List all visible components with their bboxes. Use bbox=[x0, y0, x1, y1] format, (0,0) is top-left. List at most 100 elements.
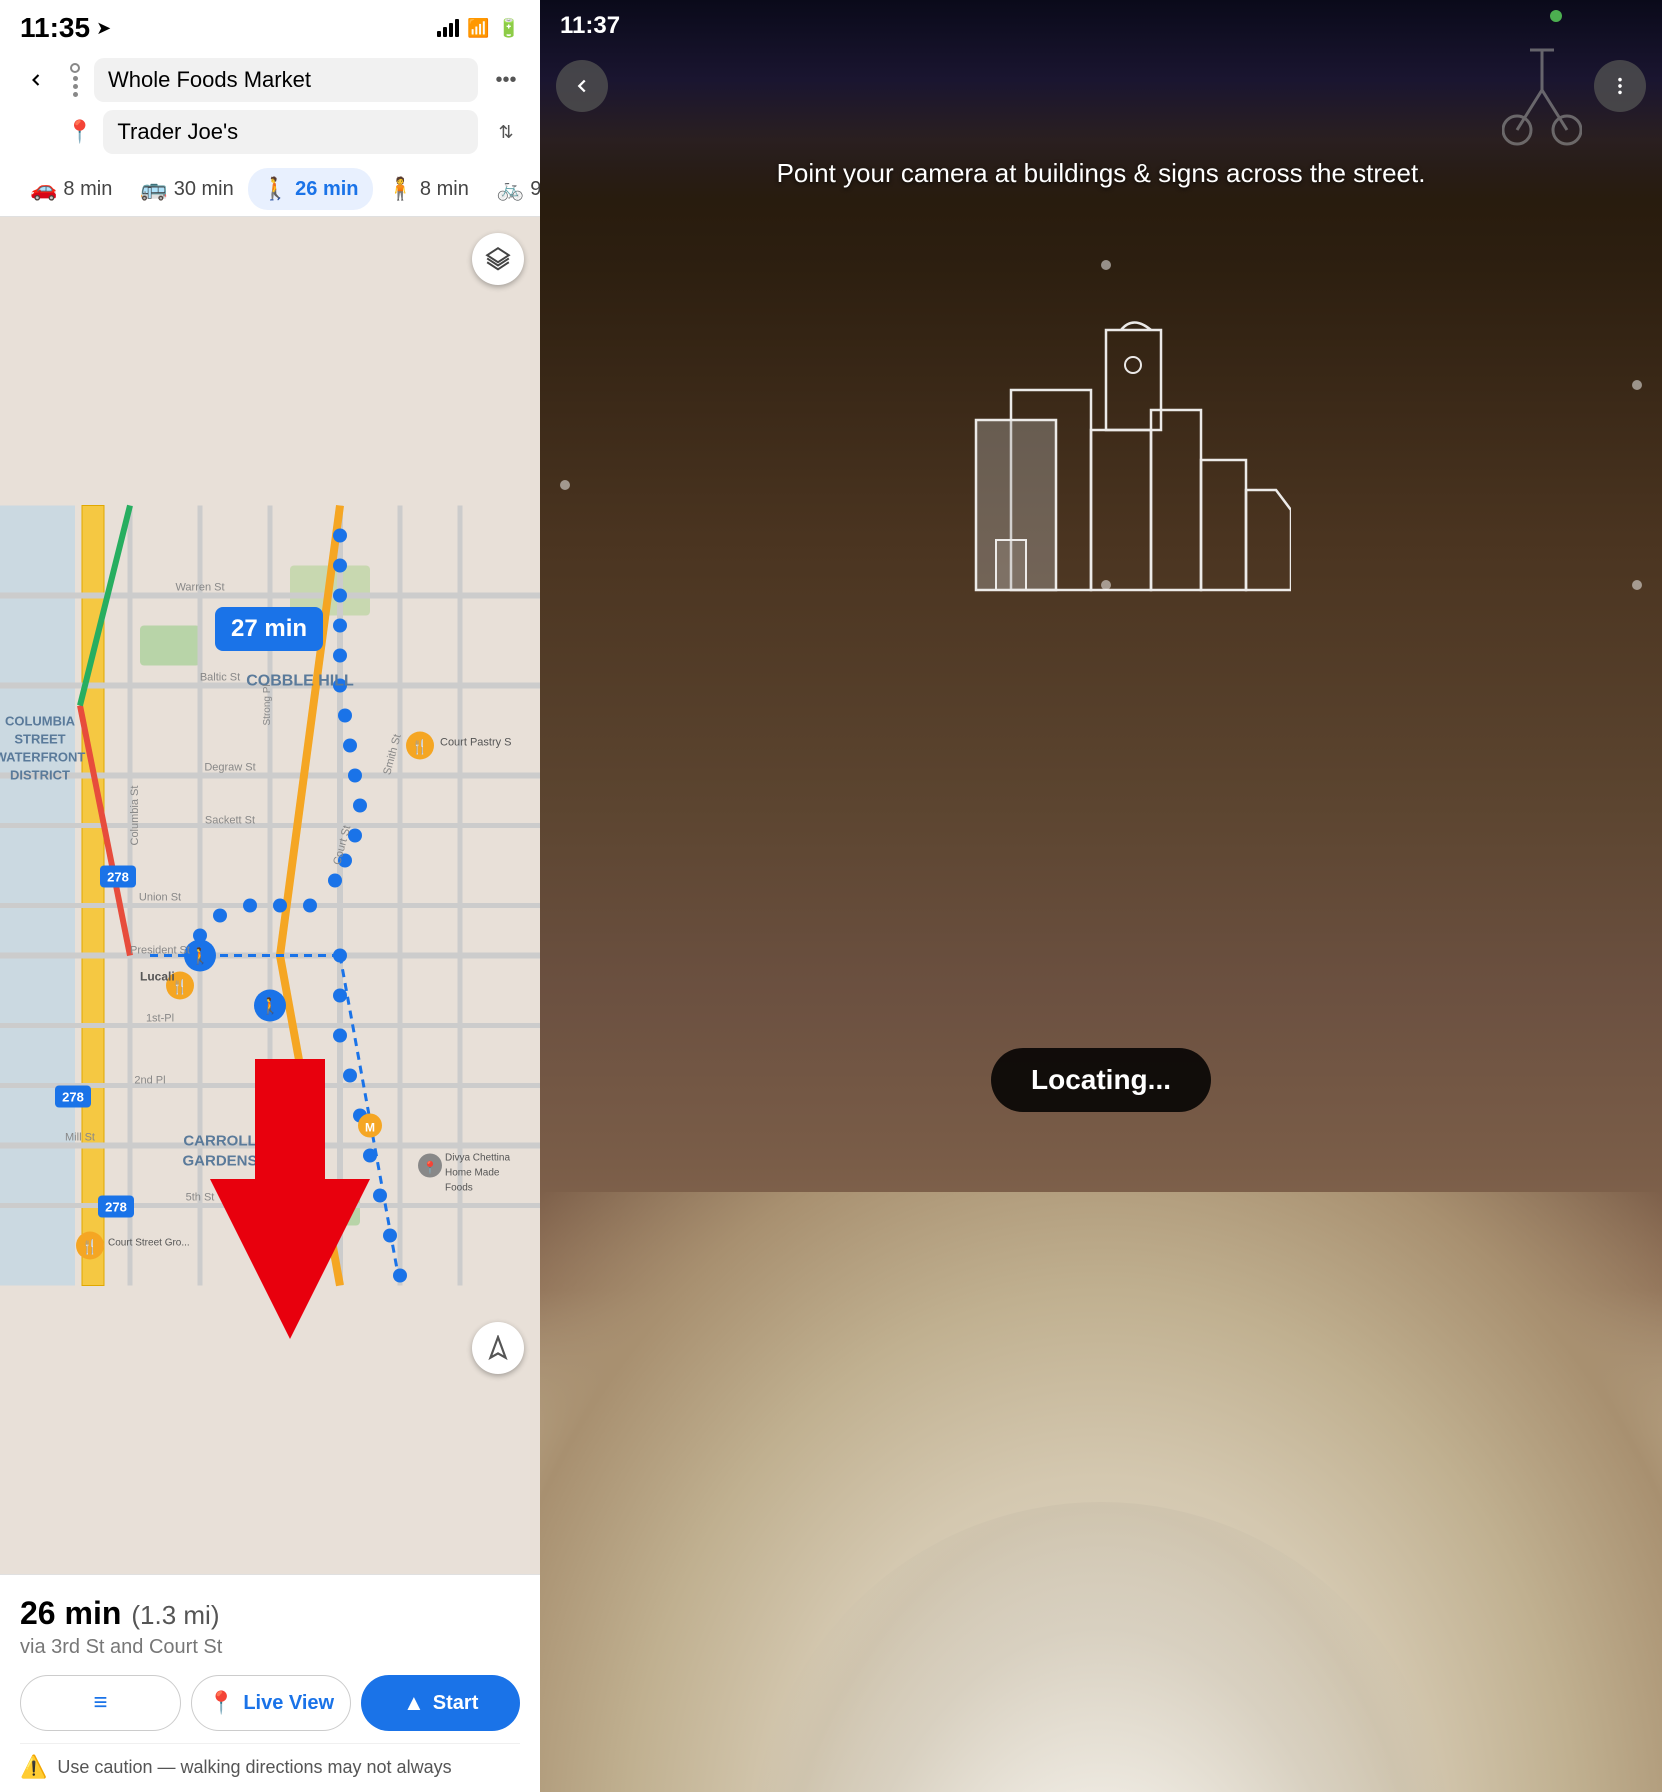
camera-instruction: Point your camera at buildings & signs a… bbox=[540, 155, 1662, 191]
caution-bar: ⚠️ Use caution — walking directions may … bbox=[20, 1743, 520, 1780]
svg-text:Columbia St: Columbia St bbox=[129, 786, 141, 846]
green-dot-indicator bbox=[1550, 10, 1562, 22]
location-arrow-icon: ➤ bbox=[96, 18, 111, 39]
transport-tab-walk[interactable]: 🚶 26 min bbox=[248, 168, 373, 210]
map-layers-button[interactable] bbox=[472, 233, 524, 285]
svg-text:COLUMBIA: COLUMBIA bbox=[5, 714, 76, 729]
start-label: Start bbox=[433, 1692, 479, 1715]
svg-text:Mill St: Mill St bbox=[65, 1132, 95, 1144]
svg-text:M: M bbox=[365, 1121, 375, 1135]
origin-input[interactable] bbox=[94, 58, 478, 102]
car-time: 8 min bbox=[63, 178, 112, 201]
steps-button[interactable]: ≡ bbox=[20, 1675, 181, 1731]
left-panel: 11:35 ➤ 📶 🔋 bbox=[0, 0, 540, 1792]
status-bar: 11:35 ➤ 📶 🔋 bbox=[0, 0, 540, 50]
right-dot-indicator bbox=[1632, 380, 1642, 390]
svg-text:CARROLL: CARROLL bbox=[183, 1133, 256, 1150]
transport-tab-bike[interactable]: 🚲 9 min bbox=[483, 168, 540, 210]
bike-time: 9 min bbox=[530, 178, 540, 201]
svg-text:President St: President St bbox=[130, 945, 190, 957]
svg-text:Degraw St: Degraw St bbox=[204, 762, 255, 774]
locating-button[interactable]: Locating... bbox=[991, 1048, 1211, 1112]
route-duration: 26 min bbox=[20, 1595, 121, 1632]
left-dot-indicator bbox=[560, 480, 570, 490]
svg-text:5th St: 5th St bbox=[186, 1192, 215, 1204]
destination-input[interactable] bbox=[103, 110, 478, 154]
bowl-shape bbox=[751, 1292, 1451, 1792]
steps-icon: ≡ bbox=[93, 1689, 107, 1717]
back-button[interactable] bbox=[16, 60, 56, 100]
route-summary: 26 min (1.3 mi) bbox=[20, 1595, 520, 1632]
transit-time: 30 min bbox=[174, 178, 234, 201]
svg-text:Sackett St: Sackett St bbox=[205, 815, 255, 827]
svg-text:WATERFRONT: WATERFRONT bbox=[0, 750, 85, 765]
svg-text:STREET: STREET bbox=[14, 732, 65, 747]
car-icon: 🚗 bbox=[30, 176, 57, 202]
caution-text: Use caution — walking directions may not… bbox=[57, 1757, 451, 1778]
right-back-button[interactable] bbox=[556, 60, 608, 112]
wifi-icon: 📶 bbox=[467, 18, 489, 39]
svg-text:Court Pastry S: Court Pastry S bbox=[440, 737, 512, 749]
more-options-button[interactable]: ••• bbox=[488, 62, 524, 98]
right-status-time: 11:37 bbox=[560, 12, 620, 40]
svg-text:DISTRICT: DISTRICT bbox=[10, 768, 70, 783]
svg-text:🚶: 🚶 bbox=[260, 997, 280, 1016]
start-button[interactable]: ▲ Start bbox=[361, 1675, 520, 1731]
swap-button[interactable]: ⇅ bbox=[488, 114, 524, 150]
origin-row: ••• bbox=[16, 58, 524, 102]
battery-icon: 🔋 bbox=[498, 18, 520, 39]
transport-tab-transit[interactable]: 🚌 30 min bbox=[126, 168, 247, 210]
right-panel: 11:37 Point your camera at buildings & s… bbox=[540, 0, 1662, 1792]
route-distance: (1.3 mi) bbox=[131, 1600, 219, 1631]
svg-text:🍴: 🍴 bbox=[411, 739, 428, 756]
rideshare-time: 8 min bbox=[420, 178, 469, 201]
building-wireframe bbox=[911, 310, 1291, 615]
svg-text:Divya Chettina: Divya Chettina bbox=[445, 1153, 510, 1164]
transport-tabs: 🚗 8 min 🚌 30 min 🚶 26 min 🧍 8 min 🚲 9 mi… bbox=[0, 162, 540, 217]
svg-text:🍴: 🍴 bbox=[81, 1239, 98, 1256]
location-button[interactable] bbox=[472, 1322, 524, 1374]
svg-text:Court Street Gro...: Court Street Gro... bbox=[108, 1238, 190, 1249]
status-time: 11:35 bbox=[20, 12, 90, 44]
time-badge[interactable]: 27 min bbox=[215, 607, 323, 651]
transport-tab-car[interactable]: 🚗 8 min bbox=[16, 168, 126, 210]
svg-text:GARDENS: GARDENS bbox=[182, 1153, 257, 1170]
transit-icon: 🚌 bbox=[140, 176, 167, 202]
svg-text:1st-Pl: 1st-Pl bbox=[146, 1013, 174, 1025]
search-area: ••• 📍 ⇅ bbox=[0, 50, 540, 162]
route-via: via 3rd St and Court St bbox=[20, 1636, 520, 1659]
svg-text:Strong Pl: Strong Pl bbox=[262, 684, 273, 725]
svg-text:Baltic St: Baltic St bbox=[200, 672, 240, 684]
svg-text:Union St: Union St bbox=[139, 892, 181, 904]
walk-icon: 🚶 bbox=[262, 176, 289, 202]
live-view-icon: 📍 bbox=[208, 1690, 235, 1716]
rideshare-icon: 🧍 bbox=[387, 176, 414, 202]
svg-text:278: 278 bbox=[62, 1090, 84, 1105]
destination-pin-icon: 📍 bbox=[66, 119, 93, 145]
svg-text:Warren St: Warren St bbox=[175, 582, 224, 594]
svg-text:278: 278 bbox=[105, 1200, 127, 1215]
walk-time: 26 min bbox=[295, 178, 358, 201]
transport-tab-rideshare[interactable]: 🧍 8 min bbox=[373, 168, 483, 210]
signal-bars bbox=[437, 19, 459, 37]
status-icons: 📶 🔋 bbox=[437, 18, 520, 39]
svg-text:2nd Pl: 2nd Pl bbox=[134, 1075, 165, 1087]
map-area[interactable]: 🚶 🚶 COLUMBIA STREET WATERFRONT DISTRICT … bbox=[0, 217, 540, 1574]
svg-text:Foods: Foods bbox=[445, 1183, 473, 1194]
bike-icon: 🚲 bbox=[497, 176, 524, 202]
right-more-button[interactable] bbox=[1594, 60, 1646, 112]
caution-icon: ⚠️ bbox=[20, 1754, 47, 1780]
svg-text:Lucali: Lucali bbox=[140, 970, 175, 984]
destination-row: 📍 ⇅ bbox=[16, 110, 524, 154]
top-dot-indicator bbox=[1101, 260, 1111, 270]
live-view-button[interactable]: 📍 Live View bbox=[191, 1675, 352, 1731]
origin-input-wrap bbox=[94, 58, 478, 102]
svg-text:Home Made: Home Made bbox=[445, 1168, 500, 1179]
svg-text:🚶: 🚶 bbox=[190, 947, 210, 966]
right-dot-indicator-2 bbox=[1632, 580, 1642, 590]
bottom-panel: 26 min (1.3 mi) via 3rd St and Court St … bbox=[0, 1574, 540, 1792]
svg-text:278: 278 bbox=[107, 870, 129, 885]
live-view-label: Live View bbox=[243, 1692, 334, 1715]
svg-text:📍: 📍 bbox=[423, 1161, 438, 1175]
action-buttons: ≡ 📍 Live View ▲ Start bbox=[20, 1675, 520, 1731]
